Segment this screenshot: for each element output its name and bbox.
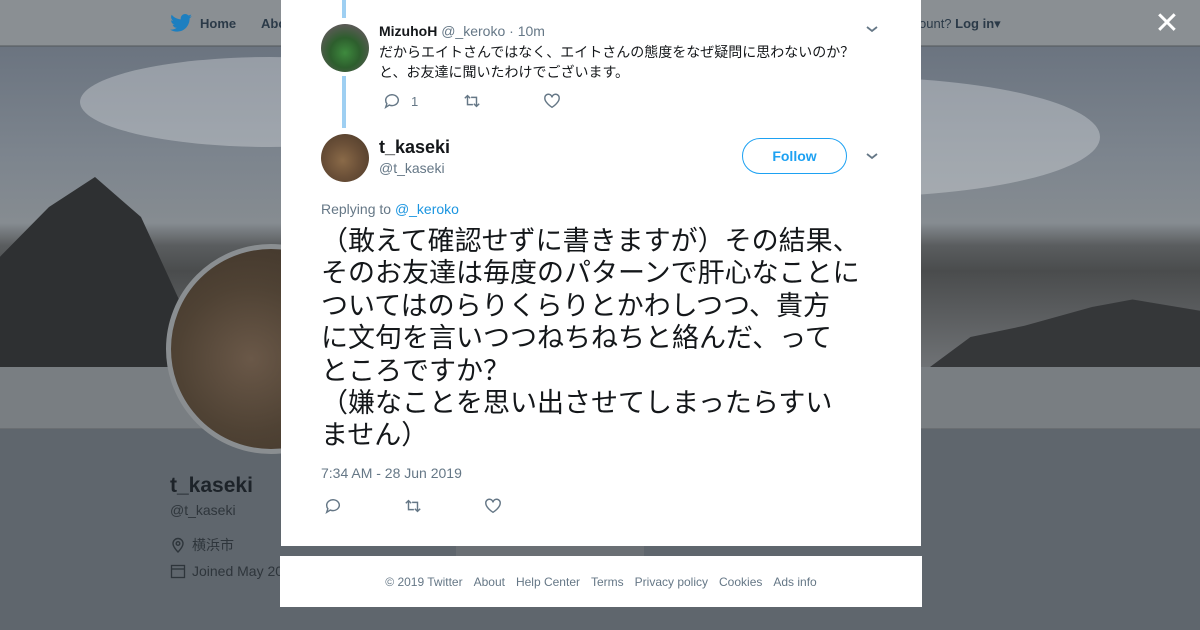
- main-tweet-text: （敢えて確認せずに書きますが）その結果、 そのお友達は毎度のパターンで肝心なこと…: [321, 226, 860, 452]
- profile-handle: @t_kaseki: [170, 502, 236, 518]
- joined-text: Joined May 20: [192, 563, 284, 579]
- like-button[interactable]: [543, 92, 623, 110]
- profile-name: t_kaseki: [170, 474, 253, 497]
- parent-tweet-text: だからエイトさんではなく、エイトさんの態度をなぜ疑問に思わないのか？ と、お友達…: [379, 42, 869, 82]
- modal-footer: © 2019 Twitter About Help Center Terms P…: [280, 556, 922, 607]
- follow-button[interactable]: Follow: [742, 138, 847, 174]
- parent-tweet-actions: 1: [383, 92, 623, 110]
- main-tweet-actions: [324, 497, 564, 515]
- reply-button[interactable]: [324, 497, 404, 515]
- tweet-timestamp[interactable]: 7:34 AM - 28 Jun 2019: [321, 465, 462, 481]
- author-name[interactable]: MizuhoH: [379, 23, 437, 39]
- thread-connector: [342, 76, 346, 128]
- tweet-modal: MizuhoH @_keroko · 10m だからエイトさんではなく、エイトさ…: [281, 0, 921, 546]
- like-button[interactable]: [484, 497, 564, 515]
- replying-to: Replying to @_keroko: [321, 201, 459, 217]
- chevron-down-icon[interactable]: [865, 149, 879, 166]
- author-name[interactable]: t_kaseki: [379, 137, 450, 158]
- chevron-down-icon[interactable]: [865, 22, 879, 39]
- profile-location: 横浜市: [170, 535, 234, 555]
- caret-down-icon: ▾: [994, 16, 1001, 31]
- footer-link-privacy[interactable]: Privacy policy: [635, 575, 708, 589]
- login-label: Log in: [955, 16, 995, 31]
- location-icon: [172, 537, 184, 553]
- calendar-icon: [170, 564, 186, 579]
- nav-home-label: Home: [200, 15, 237, 31]
- location-text: 横浜市: [192, 537, 234, 553]
- retweet-button[interactable]: [404, 497, 484, 515]
- footer-link-ads-info[interactable]: Ads info: [773, 575, 816, 589]
- author-handle[interactable]: @_keroko: [441, 23, 505, 39]
- tweet-text-line: と、お友達に聞いたわけでございます。: [379, 64, 630, 80]
- footer-link-cookies[interactable]: Cookies: [719, 575, 762, 589]
- footer-copyright: © 2019 Twitter: [385, 574, 463, 589]
- tweet-time[interactable]: · 10m: [509, 23, 545, 39]
- reply-count: 1: [411, 93, 419, 109]
- banner-mountain: [930, 299, 1200, 367]
- footer-link-help-center[interactable]: Help Center: [516, 575, 580, 589]
- footer-link-terms[interactable]: Terms: [591, 575, 624, 589]
- tweet-text-line: だからエイトさんではなく、エイトさんの態度をなぜ疑問に思わないのか？: [379, 44, 855, 60]
- profile-tab-indicator: [456, 546, 644, 556]
- replying-to-link[interactable]: @_keroko: [395, 201, 459, 217]
- author-handle[interactable]: @t_kaseki: [379, 160, 445, 176]
- avatar[interactable]: [321, 24, 369, 72]
- parent-tweet-header: MizuhoH @_keroko · 10m: [379, 23, 545, 39]
- reply-icon: [325, 499, 340, 514]
- reply-button[interactable]: 1: [383, 92, 463, 110]
- nav-home-link[interactable]: Home: [170, 14, 236, 32]
- main-tweet-header: t_kaseki @t_kaseki Follow: [321, 134, 881, 184]
- like-icon: [485, 498, 501, 514]
- replying-prefix: Replying to: [321, 201, 392, 217]
- profile-joined: Joined May 20: [170, 563, 283, 579]
- retweet-icon: [464, 94, 480, 108]
- login-link[interactable]: Log in▾: [955, 16, 1001, 31]
- like-icon: [544, 93, 560, 109]
- footer-link-about[interactable]: About: [474, 575, 505, 589]
- retweet-icon: [405, 499, 421, 513]
- reply-icon: [384, 94, 399, 109]
- avatar[interactable]: [321, 134, 369, 182]
- retweet-button[interactable]: [463, 92, 543, 110]
- thread-connector: [342, 0, 346, 18]
- close-icon[interactable]: ✕: [1153, 9, 1181, 39]
- twitter-bird-icon: [170, 14, 192, 32]
